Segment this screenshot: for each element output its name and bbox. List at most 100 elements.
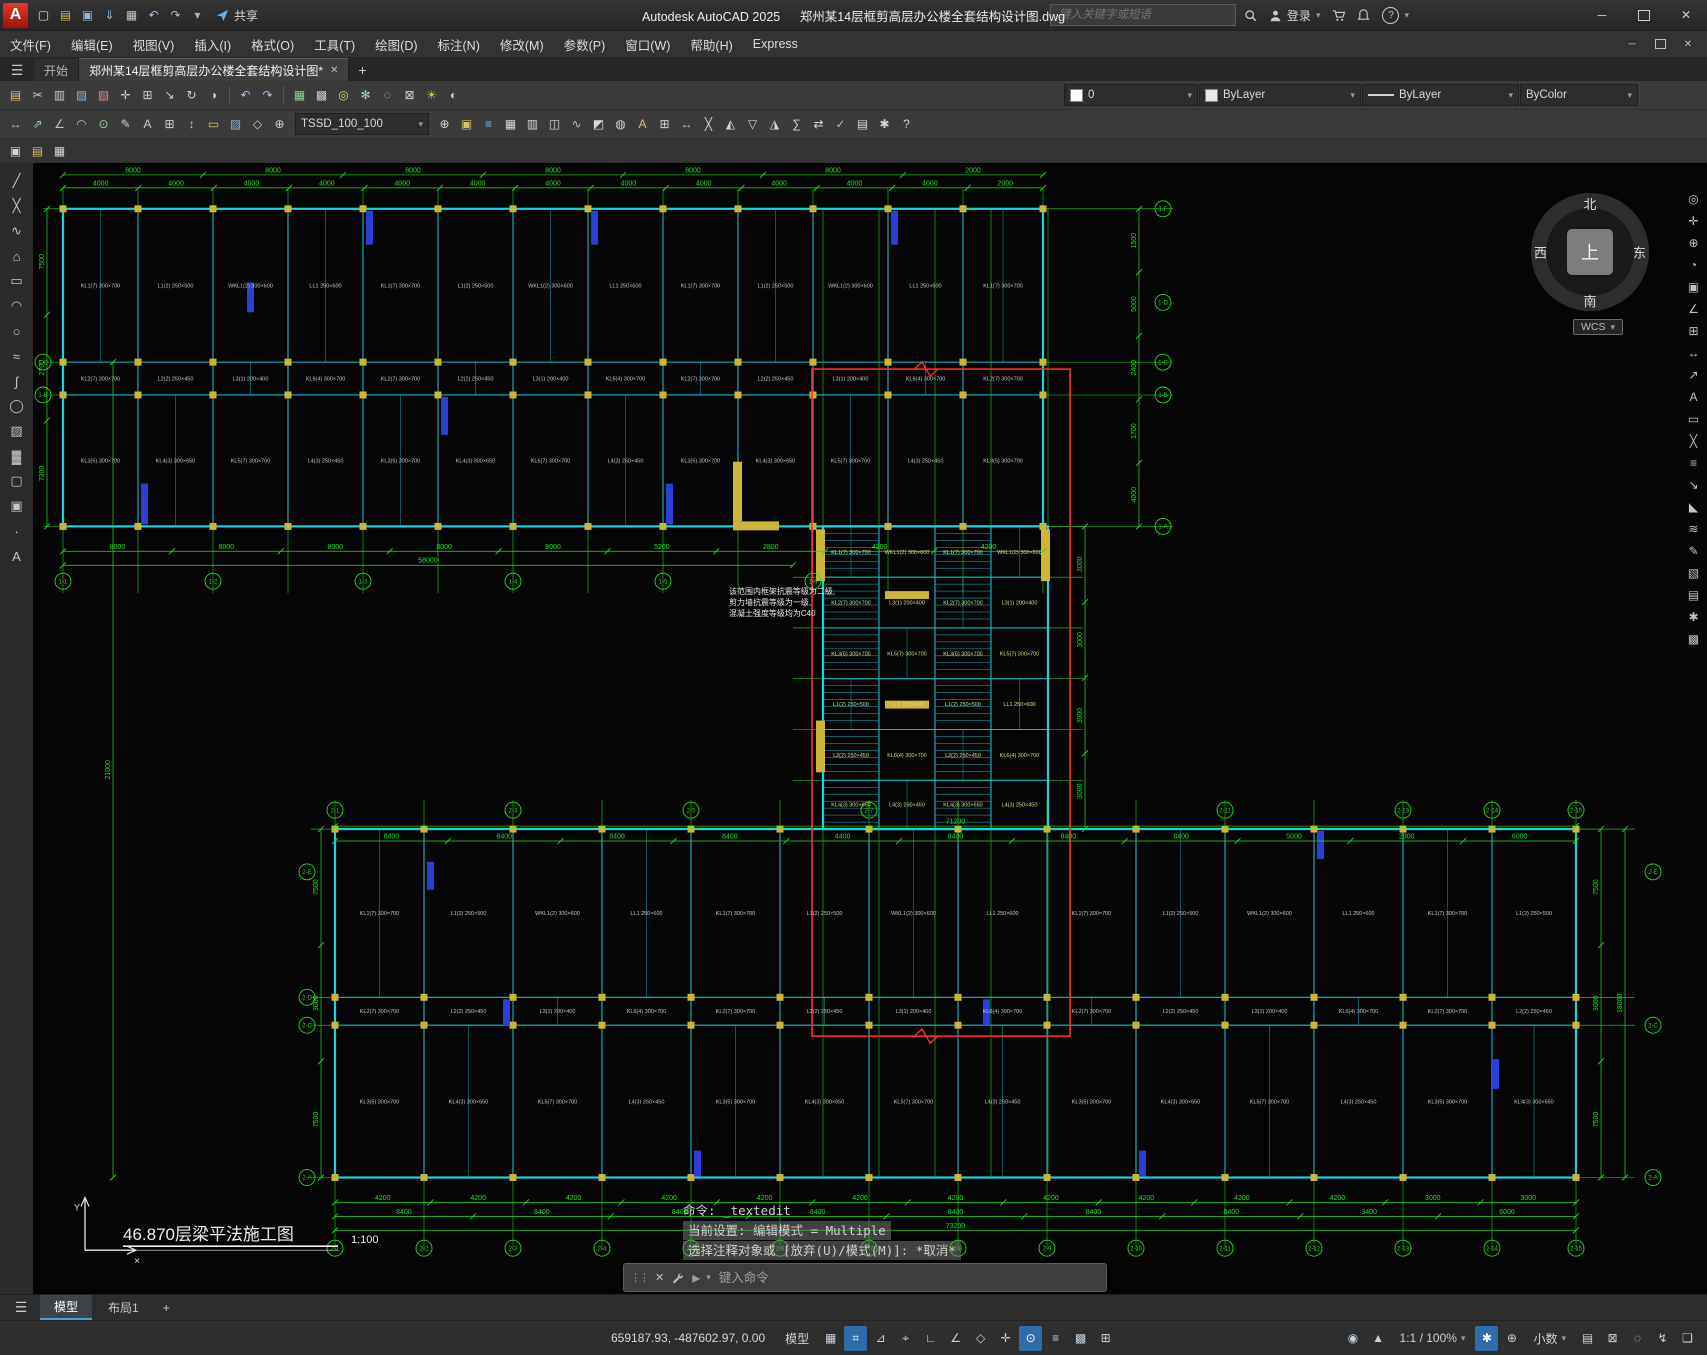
dim-arc-icon[interactable]: ◠ (71, 113, 92, 135)
dim-angular-icon[interactable]: ∠ (49, 113, 70, 135)
command-line-bar[interactable]: ⋮⋮ ✕ ▸ ▾ (623, 1263, 1107, 1292)
plot-icon[interactable]: ▦ (121, 4, 142, 27)
menu-item-1[interactable]: 编辑(E) (61, 31, 123, 57)
tssd-slab-icon[interactable]: ▦ (500, 113, 521, 135)
rectangle-icon[interactable]: ▭ (6, 270, 28, 292)
hatch-icon[interactable]: ▨ (225, 113, 246, 135)
grid-icon[interactable]: ▦ (819, 1326, 842, 1351)
open-file-icon[interactable]: ▤ (55, 4, 76, 27)
palette-tool-icon[interactable]: ▩ (1683, 629, 1704, 649)
qat-dropdown-icon[interactable]: ▾ (187, 4, 208, 27)
quick-properties-icon[interactable]: ▤ (1576, 1326, 1599, 1351)
maximize-button[interactable] (1623, 0, 1665, 30)
tssd-section-icon[interactable]: ◩ (588, 113, 609, 135)
undo-small-icon[interactable]: ↶ (235, 84, 256, 106)
tssd-detail-icon[interactable]: ◍ (610, 113, 631, 135)
stretch-icon[interactable]: ↘ (159, 84, 180, 106)
dim-radius-icon[interactable]: ⊙ (93, 113, 114, 135)
join-tool-icon[interactable]: ≡ (1683, 453, 1704, 473)
tssd-column-icon[interactable]: ▣ (456, 113, 477, 135)
view-compass[interactable]: 北 南 西 东 上 (1531, 193, 1649, 311)
dim-linear-icon[interactable]: ↔ (5, 113, 26, 135)
menu-item-4[interactable]: 格式(O) (241, 31, 304, 57)
tab-model[interactable]: 模型 (40, 1295, 93, 1320)
tssd-dim-icon[interactable]: ↔ (676, 113, 697, 135)
menu-item-8[interactable]: 修改(M) (490, 31, 554, 57)
compass-south-label[interactable]: 南 (1583, 291, 1596, 310)
tssd-calc-icon[interactable]: ∑ (786, 113, 807, 135)
infer-constraints-icon[interactable]: ⊿ (869, 1326, 892, 1351)
command-input-field[interactable]: ▸ ▾ (692, 1268, 1100, 1288)
table-tool-icon[interactable]: ⊞ (1683, 321, 1704, 341)
wipeout-tool-icon[interactable]: ▭ (1683, 409, 1704, 429)
menu-item-7[interactable]: 标注(N) (428, 31, 490, 57)
arc-icon[interactable]: ◠ (6, 295, 28, 317)
leader-icon[interactable]: ↕ (181, 113, 202, 135)
minimize-button[interactable]: ─ (1581, 0, 1623, 30)
layer-freeze-icon[interactable]: ✻ (355, 84, 376, 106)
tssd-layer-icon[interactable]: ▤ (852, 113, 873, 135)
menu-item-2[interactable]: 视图(V) (123, 31, 185, 57)
annotation-monitor-icon[interactable]: ⊕ (1500, 1326, 1523, 1351)
tab-close-icon[interactable]: ✕ (330, 65, 338, 76)
close-button[interactable]: ✕ (1665, 0, 1707, 30)
menu-item-6[interactable]: 绘图(D) (365, 31, 427, 57)
tssd-break-icon[interactable]: ╳ (698, 113, 719, 135)
wcs-menu[interactable]: WCS ▾ (1572, 319, 1623, 335)
pan-icon[interactable]: ✛ (1683, 211, 1704, 231)
erase-tool-icon[interactable]: ▧ (1683, 563, 1704, 583)
leader-tool-icon[interactable]: ↗ (1683, 365, 1704, 385)
redo-small-icon[interactable]: ↷ (257, 84, 278, 106)
tssd-weld-icon[interactable]: ◭ (720, 113, 741, 135)
revcloud-icon[interactable]: ≈ (6, 345, 28, 367)
command-bar-close-icon[interactable]: ✕ (655, 1271, 664, 1284)
viewcube-menu-icon[interactable]: ▣ (1683, 277, 1704, 297)
menu-item-9[interactable]: 参数(P) (554, 31, 616, 57)
workspace-gear-icon[interactable]: ✱ (1475, 1325, 1499, 1351)
search-input[interactable] (1056, 8, 1229, 22)
rotate-icon[interactable]: ↻ (181, 84, 202, 106)
dim-tool-icon[interactable]: ↔ (1683, 343, 1704, 363)
daylight-icon[interactable]: ☀ (421, 84, 442, 106)
plotstyle-control[interactable]: ByColor ▾ (1520, 84, 1638, 106)
doc-minimize-button[interactable]: ─ (1619, 34, 1645, 54)
dynamic-input-icon[interactable]: ⌖ (894, 1326, 917, 1351)
layer-states-icon[interactable]: ▩ (311, 84, 332, 106)
block-icon[interactable]: ▭ (203, 113, 224, 135)
share-button[interactable]: 共享 (208, 7, 266, 24)
tab-overview-icon[interactable]: ☰ (0, 59, 34, 81)
layer-control[interactable]: 0 ▾ (1064, 84, 1198, 106)
new-tab-button[interactable]: + (349, 59, 375, 81)
save-as-icon[interactable]: ⇓ (99, 4, 120, 27)
text-style-control[interactable]: TSSD_100_100 ▾ (295, 113, 429, 135)
measure-tool-icon[interactable]: ∠ (1683, 299, 1704, 319)
tab-start[interactable]: 开始 (34, 59, 80, 81)
compass-north-label[interactable]: 北 (1583, 194, 1596, 213)
annotation-scale-button[interactable]: 1:1 / 100% ▾ (1393, 1331, 1473, 1345)
tssd-stair-icon[interactable]: ◫ (544, 113, 565, 135)
annotation-visibility-icon[interactable]: ◉ (1342, 1326, 1365, 1351)
mirror-icon[interactable]: ◑ (203, 84, 224, 106)
region-icon[interactable]: ◇ (247, 113, 268, 135)
doc-close-button[interactable]: ✕ (1675, 34, 1701, 54)
tssd-table-icon[interactable]: ⊞ (654, 113, 675, 135)
tssd-level-icon[interactable]: ▽ (742, 113, 763, 135)
scale-tool-icon[interactable]: ◣ (1683, 497, 1704, 517)
boundary-icon[interactable]: ▢ (6, 470, 28, 492)
viewcube-top-face[interactable]: 上 (1567, 229, 1613, 275)
sign-in-button[interactable]: 登录 ▾ (1265, 7, 1325, 24)
menu-item-5[interactable]: 工具(T) (304, 31, 365, 57)
settings-tool-icon[interactable]: ✱ (1683, 607, 1704, 627)
zoom-icon[interactable]: ⊕ (1683, 233, 1704, 253)
tssd-axis-icon[interactable]: ⊕ (434, 113, 455, 135)
isolate-objects-icon[interactable]: ◌ (1626, 1326, 1649, 1351)
linetype-control[interactable]: ByLayer ▾ (1362, 84, 1519, 106)
selection-cycling-icon[interactable]: ⊞ (1094, 1326, 1117, 1351)
tab-document[interactable]: 郑州某14层框剪高层办公楼全套结构设计图* ✕ (79, 58, 350, 81)
ortho-icon[interactable]: ∟ (919, 1326, 942, 1351)
graphics-performance-icon[interactable]: ↯ (1651, 1326, 1674, 1351)
gradient-icon[interactable]: ▓ (6, 445, 28, 467)
autoscale-icon[interactable]: ▲ (1367, 1326, 1390, 1351)
tssd-convert-icon[interactable]: ⇄ (808, 113, 829, 135)
layer-isolate-icon[interactable]: ◎ (333, 84, 354, 106)
